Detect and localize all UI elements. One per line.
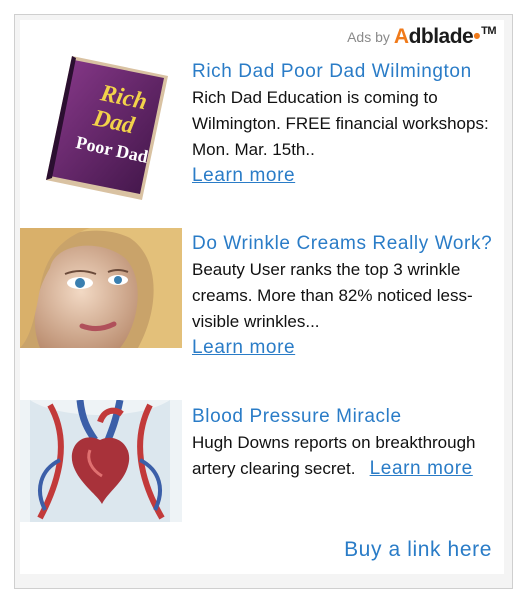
woman-face-image [20,228,182,348]
ads-by-header[interactable]: Ads by Adblade•TM [347,25,497,49]
ad-description: Rich Dad Education is coming to Wilmingt… [192,88,489,186]
ads-by-label: Ads by [347,29,390,45]
ad-description: Hugh Downs reports on breakthrough arter… [192,433,476,479]
ad-title-link[interactable]: Rich Dad Poor Dad Wilmington [192,58,502,85]
heart-arteries-image [20,399,182,522]
learn-more-link[interactable]: Learn more [192,337,295,358]
learn-more-link[interactable]: Learn more [370,458,473,479]
ad-text-wrinkle-creams: Do Wrinkle Creams Really Work? Beauty Us… [192,230,502,361]
ad-thumbnail-heart[interactable] [20,399,182,522]
ad-text-rich-dad: Rich Dad Poor Dad Wilmington Rich Dad Ed… [192,58,502,189]
ad-thumbnail-face[interactable] [20,228,182,348]
ad-thumbnail-book[interactable]: Rich Dad Poor Dad [42,52,172,202]
ad-title-link[interactable]: Blood Pressure Miracle [192,403,502,430]
book-cover-image: Rich Dad Poor Dad [46,56,168,200]
adblade-logo[interactable]: Adblade•TM [394,25,497,49]
buy-link-here[interactable]: Buy a link here [344,538,492,562]
ad-title-link[interactable]: Do Wrinkle Creams Really Work? [192,230,502,257]
ad-description: Beauty User ranks the top 3 wrinkle crea… [192,260,473,358]
ad-widget: Ads by Adblade•TM Rich Dad Poor Dad Rich… [20,20,504,574]
learn-more-link[interactable]: Learn more [192,165,295,186]
ad-text-blood-pressure: Blood Pressure Miracle Hugh Downs report… [192,403,502,482]
